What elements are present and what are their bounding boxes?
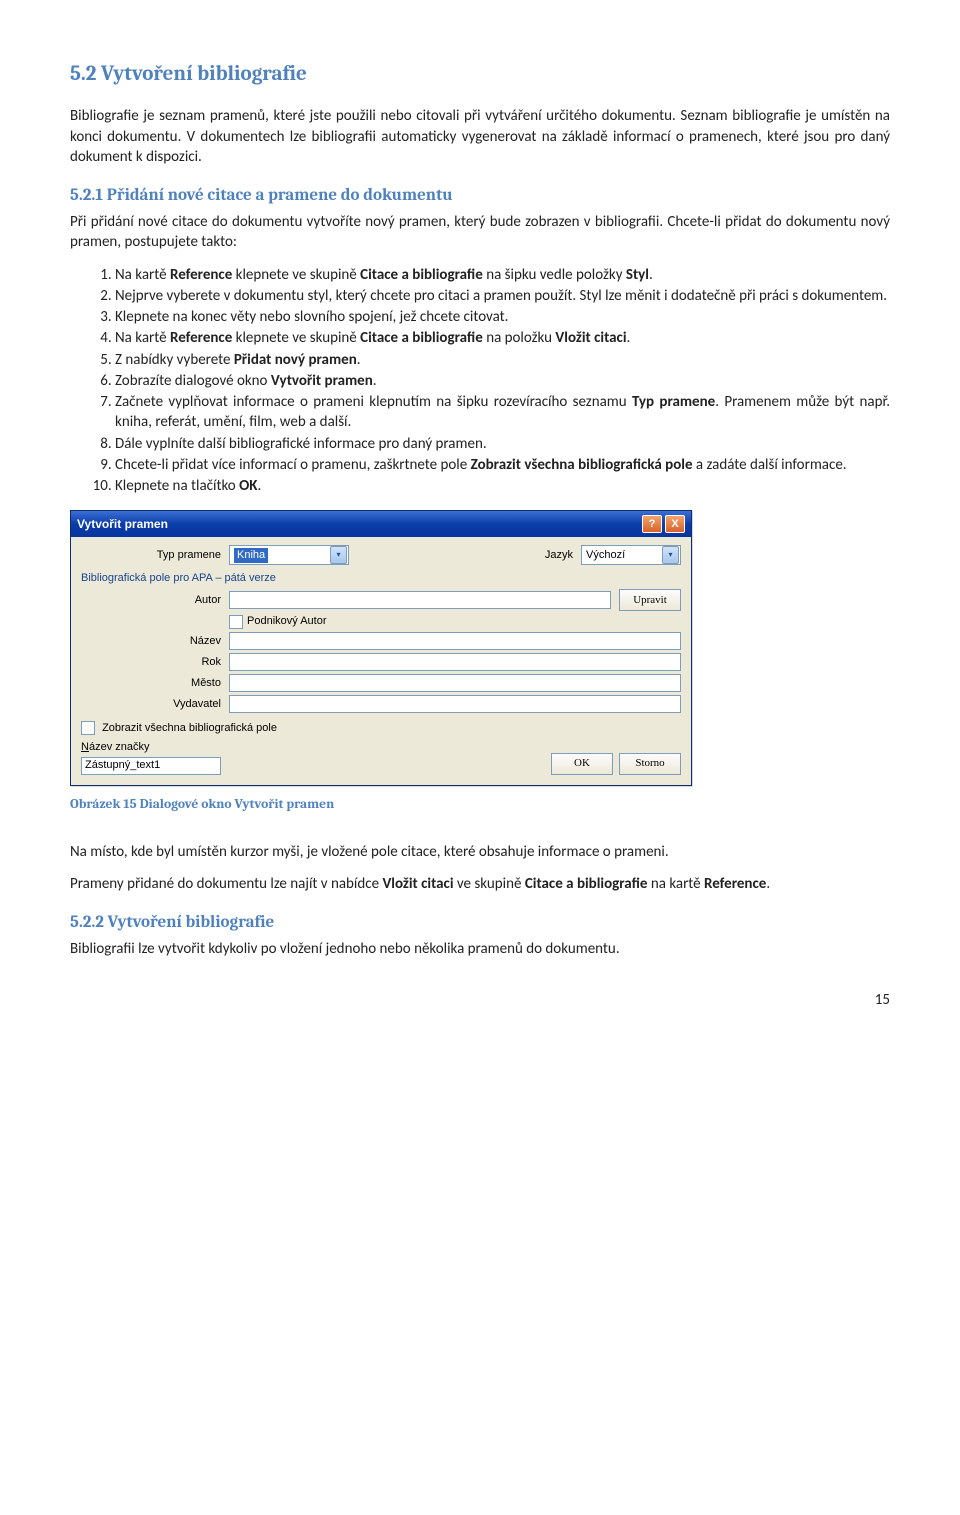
label-typ-pramene: Typ pramene — [81, 548, 229, 563]
dialog-title-text: Vytvořit pramen — [77, 516, 168, 532]
label-mesto: Město — [81, 676, 229, 691]
input-nazev[interactable] — [229, 632, 681, 650]
heading-section-5-2: 5.2 Vytvoření bibliografie — [70, 60, 890, 88]
input-vydavatel[interactable] — [229, 695, 681, 713]
list-item: Dále vyplníte další bibliografické infor… — [115, 434, 890, 454]
heading-section-5-2-2: 5.2.2 Vytvoření bibliografie — [70, 912, 890, 935]
cancel-button[interactable]: Storno — [619, 753, 681, 775]
close-icon[interactable]: X — [665, 515, 685, 533]
list-item: Z nabídky vyberete Přidat nový pramen. — [115, 350, 890, 370]
button-upravit[interactable]: Upravit — [619, 589, 681, 611]
list-item: Nejprve vyberete v dokumentu styl, který… — [115, 286, 890, 306]
page-number: 15 — [70, 990, 890, 1010]
ok-button[interactable]: OK — [551, 753, 613, 775]
input-nazev-znacky[interactable]: Zástupný_text1 — [81, 757, 221, 775]
label-zobrazit-vse: Zobrazit všechna bibliografická pole — [102, 722, 277, 734]
list-item: Chcete-li přidat více informací o pramen… — [115, 455, 890, 475]
figure-caption: Obrázek 15 Dialogové okno Vytvořit prame… — [70, 796, 890, 814]
help-icon[interactable]: ? — [642, 515, 662, 533]
select-value: Výchozí — [586, 548, 625, 563]
chevron-down-icon[interactable]: ▾ — [662, 546, 679, 564]
list-item: Klepnete na tlačítko OK. — [115, 476, 890, 496]
dialog-subheading: Bibliografická pole pro APA – pátá verze — [81, 571, 681, 586]
dialog-vytvorit-pramen: Vytvořit pramen ? X Typ pramene Kniha ▾ … — [70, 510, 692, 785]
list-item: Na kartě Reference klepnete ve skupině C… — [115, 328, 890, 348]
paragraph-intro: Bibliografie je seznam pramenů, které js… — [70, 106, 890, 167]
steps-list: Na kartě Reference klepnete ve skupině C… — [70, 265, 890, 497]
list-item: Začnete vyplňovat informace o prameni kl… — [115, 392, 890, 433]
input-autor[interactable] — [229, 591, 611, 609]
list-item: Na kartě Reference klepnete ve skupině C… — [115, 265, 890, 285]
checkbox-podnikovy-autor[interactable] — [229, 615, 243, 629]
label-jazyk: Jazyk — [545, 548, 581, 563]
dialog-titlebar[interactable]: Vytvořit pramen ? X — [71, 511, 691, 537]
paragraph-prameny: Prameny přidané do dokumentu lze najít v… — [70, 874, 890, 894]
select-value: Kniha — [234, 548, 268, 563]
input-mesto[interactable] — [229, 674, 681, 692]
label-vydavatel: Vydavatel — [81, 697, 229, 712]
label-nazev: Název — [81, 634, 229, 649]
label-nazev-znacky: NNázev značkyázev značky — [81, 741, 149, 753]
list-item: Klepnete na konec věty nebo slovního spo… — [115, 307, 890, 327]
paragraph-5-2-2: Bibliografii lze vytvořit kdykoliv po vl… — [70, 939, 890, 959]
list-item: Zobrazíte dialogové okno Vytvořit pramen… — [115, 371, 890, 391]
select-jazyk[interactable]: Výchozí ▾ — [581, 545, 681, 565]
paragraph-5-2-1-intro: Při přidání nové citace do dokumentu vyt… — [70, 212, 890, 253]
heading-section-5-2-1: 5.2.1 Přidání nové citace a pramene do d… — [70, 185, 890, 208]
input-rok[interactable] — [229, 653, 681, 671]
select-typ-pramene[interactable]: Kniha ▾ — [229, 545, 349, 565]
label-podnikovy-autor: Podnikový Autor — [247, 614, 327, 629]
label-autor: Autor — [81, 593, 229, 608]
checkbox-zobrazit-vse[interactable] — [81, 721, 95, 735]
paragraph-after-figure: Na místo, kde byl umístěn kurzor myši, j… — [70, 842, 890, 862]
label-rok: Rok — [81, 655, 229, 670]
chevron-down-icon[interactable]: ▾ — [330, 546, 347, 564]
